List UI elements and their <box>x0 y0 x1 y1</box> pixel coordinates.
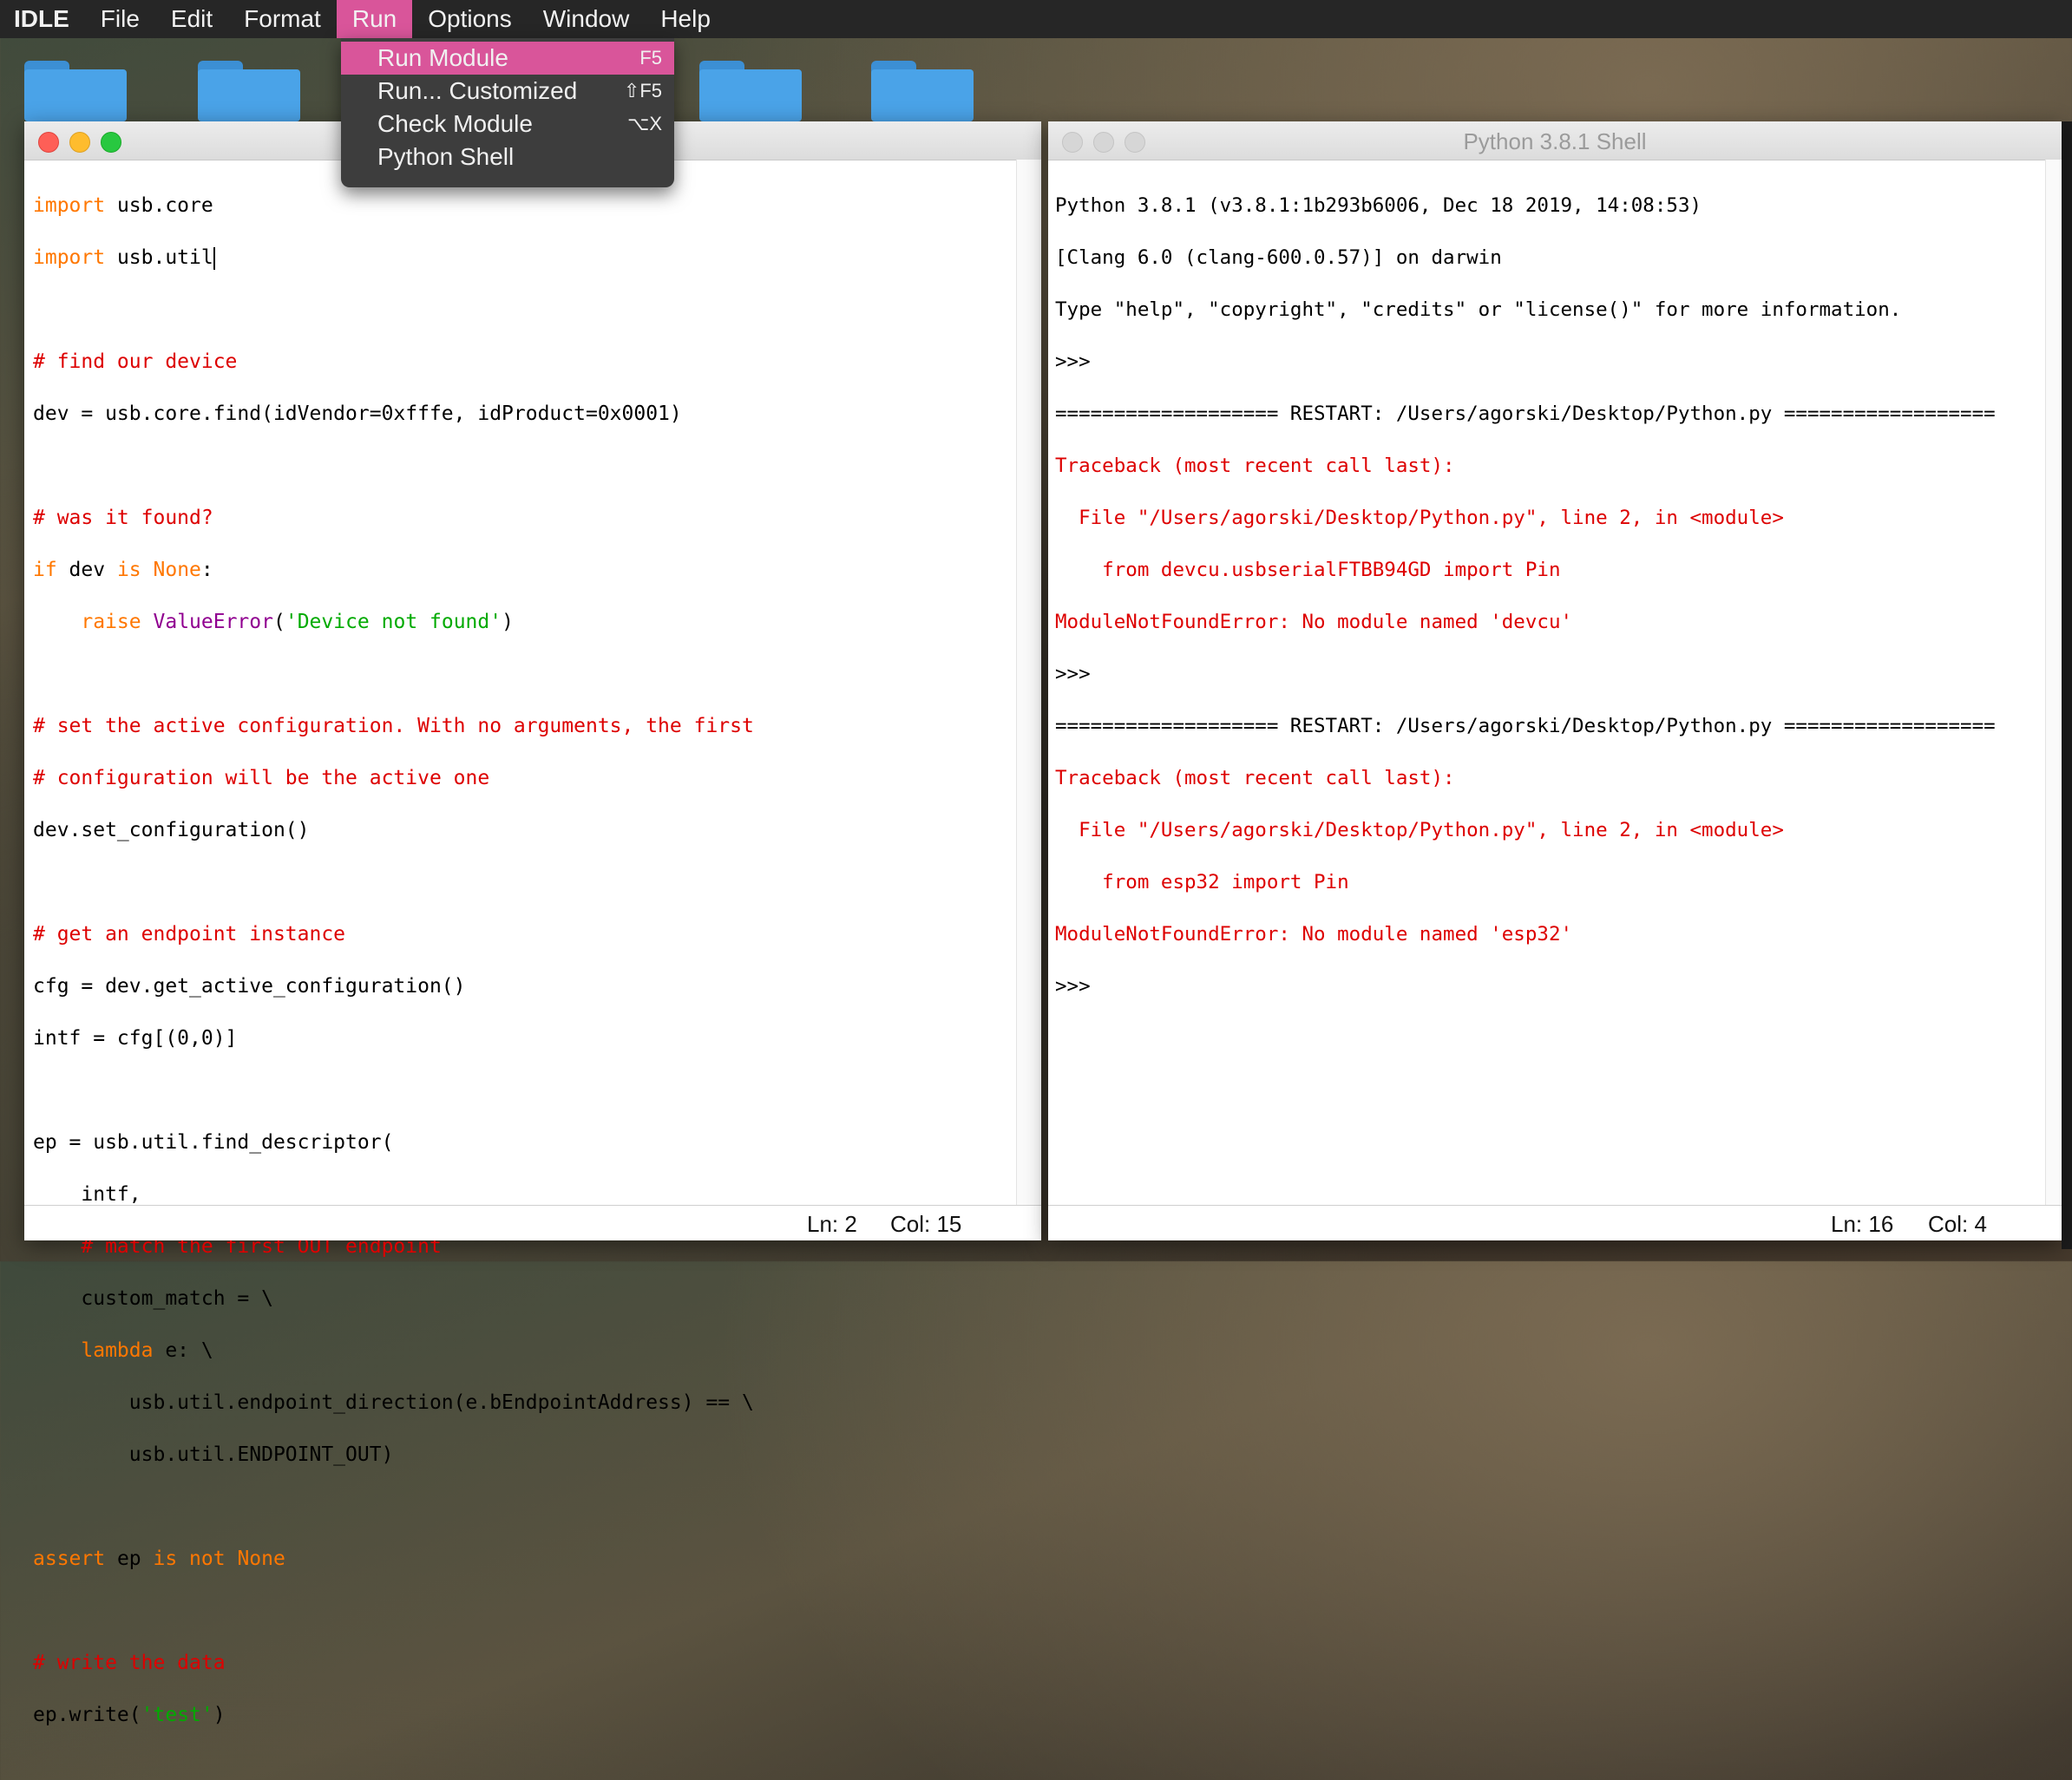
code-line: if dev is None: <box>33 559 213 581</box>
shell-line: Python 3.8.1 (v3.8.1:1b293b6006, Dec 18 … <box>1055 194 1702 217</box>
shell-title: Python 3.8.1 Shell <box>1463 128 1647 154</box>
code-line: raise ValueError('Device not found') <box>81 611 514 633</box>
menu-bar: IDLE File Edit Format Run Options Window… <box>0 0 2072 38</box>
menu-help[interactable]: Help <box>645 0 726 38</box>
code-line: lambda e: \ <box>81 1339 213 1362</box>
shell-line: =================== RESTART: /Users/agor… <box>1055 715 1996 737</box>
menu-item-check-module[interactable]: Check Module ⌥X <box>341 108 674 141</box>
minimize-button[interactable] <box>69 132 90 153</box>
column-number-status: Col: 4 <box>1928 1211 1987 1237</box>
editor-statusbar: Ln: 2 Col: 15 <box>24 1205 1041 1240</box>
shell-titlebar[interactable]: Python 3.8.1 Shell <box>1048 121 2062 160</box>
code-line: # get an endpoint instance <box>33 923 346 946</box>
code-line: dev.set_configuration() <box>33 819 310 841</box>
menu-item-shortcut: ⌥X <box>626 113 662 134</box>
shell-prompt: >>> <box>1055 975 1091 998</box>
menu-item-shortcut: ⇧F5 <box>623 80 662 101</box>
shell-line: =================== RESTART: /Users/agor… <box>1055 402 1996 425</box>
menu-run[interactable]: Run <box>336 0 413 38</box>
code-line: import usb.util <box>33 246 215 270</box>
code-line: cfg = dev.get_active_configuration() <box>33 975 466 998</box>
desktop-folder-icon[interactable] <box>24 61 127 121</box>
shell-line: Type "help", "copyright", "credits" or "… <box>1055 298 1902 321</box>
code-line: # was it found? <box>33 507 213 529</box>
menu-window[interactable]: Window <box>528 0 646 38</box>
code-line: import usb.core <box>33 194 213 217</box>
shell-error-line: Traceback (most recent call last): <box>1055 767 1455 789</box>
column-number-status: Col: 15 <box>890 1211 962 1237</box>
code-line: ep = usb.util.find_descriptor( <box>33 1131 394 1154</box>
code-line: usb.util.ENDPOINT_OUT) <box>33 1443 394 1466</box>
desktop-folder-icon[interactable] <box>198 61 300 121</box>
shell-statusbar: Ln: 16 Col: 4 <box>1048 1205 2062 1240</box>
shell-output-area[interactable]: Python 3.8.1 (v3.8.1:1b293b6006, Dec 18 … <box>1055 167 2036 1051</box>
editor-window: import usb.core import usb.util # find o… <box>24 121 1041 1726</box>
menu-app-idle[interactable]: IDLE <box>0 0 85 38</box>
shell-error-line: File "/Users/agorski/Desktop/Python.py",… <box>1055 819 1784 841</box>
line-number-status: Ln: 2 <box>807 1211 857 1237</box>
shell-error-line: File "/Users/agorski/Desktop/Python.py",… <box>1055 507 1784 529</box>
line-number-status: Ln: 16 <box>1831 1211 1894 1237</box>
shell-error-line: Traceback (most recent call last): <box>1055 455 1455 477</box>
desktop-folder-icon[interactable] <box>871 61 974 121</box>
menu-item-label: Check Module <box>377 110 533 137</box>
menu-item-python-shell[interactable]: Python Shell <box>341 141 674 173</box>
shell-error-line: from esp32 import Pin <box>1055 871 1349 893</box>
code-line: # find our device <box>33 350 238 373</box>
menu-item-label: Python Shell <box>377 143 515 170</box>
shell-error-line: ModuleNotFoundError: No module named 'es… <box>1055 923 1573 946</box>
editor-scrollbar[interactable] <box>1016 160 1041 1206</box>
code-line: intf, <box>33 1183 141 1206</box>
editor-code-area[interactable]: import usb.core import usb.util # find o… <box>33 167 1015 1780</box>
shell-error-line: from devcu.usbserialFTBB94GD import Pin <box>1055 559 1561 581</box>
run-menu-dropdown: Run Module F5 Run... Customized ⇧F5 Chec… <box>341 38 674 187</box>
code-line: custom_match = \ <box>33 1287 273 1310</box>
desktop-folder-icon[interactable] <box>699 61 802 121</box>
code-line: dev = usb.core.find(idVendor=0xfffe, idP… <box>33 402 682 425</box>
menu-item-label: Run... Customized <box>377 77 578 104</box>
code-line: ep.write('test') <box>33 1704 226 1726</box>
background-window-edge <box>2062 121 2072 1249</box>
shell-line: [Clang 6.0 (clang-600.0.57)] on darwin <box>1055 246 1502 269</box>
menu-file[interactable]: File <box>85 0 155 38</box>
text-cursor <box>213 246 215 270</box>
code-line: # set the active configuration. With no … <box>33 715 754 737</box>
menu-item-run-customized[interactable]: Run... Customized ⇧F5 <box>341 75 674 108</box>
shell-error-line: ModuleNotFoundError: No module named 'de… <box>1055 611 1573 633</box>
code-line: assert ep is not None <box>33 1548 285 1570</box>
code-line: intf = cfg[(0,0)] <box>33 1027 238 1050</box>
shell-prompt: >>> <box>1055 350 1091 373</box>
menu-options[interactable]: Options <box>412 0 528 38</box>
code-line: usb.util.endpoint_direction(e.bEndpointA… <box>33 1391 754 1414</box>
code-line: # configuration will be the active one <box>33 767 490 789</box>
shell-prompt: >>> <box>1055 663 1091 685</box>
close-button[interactable] <box>38 132 59 153</box>
code-line: # write the data <box>33 1652 226 1674</box>
shell-window: Python 3.8.1 Shell Python 3.8.1 (v3.8.1:… <box>1048 121 2062 1240</box>
shell-scrollbar[interactable] <box>2045 160 2062 1206</box>
menu-item-shortcut: F5 <box>639 47 662 69</box>
menu-edit[interactable]: Edit <box>155 0 228 38</box>
zoom-button[interactable] <box>101 132 121 153</box>
menu-format[interactable]: Format <box>228 0 337 38</box>
menu-item-run-module[interactable]: Run Module F5 <box>341 42 674 75</box>
menu-item-label: Run Module <box>377 44 508 71</box>
